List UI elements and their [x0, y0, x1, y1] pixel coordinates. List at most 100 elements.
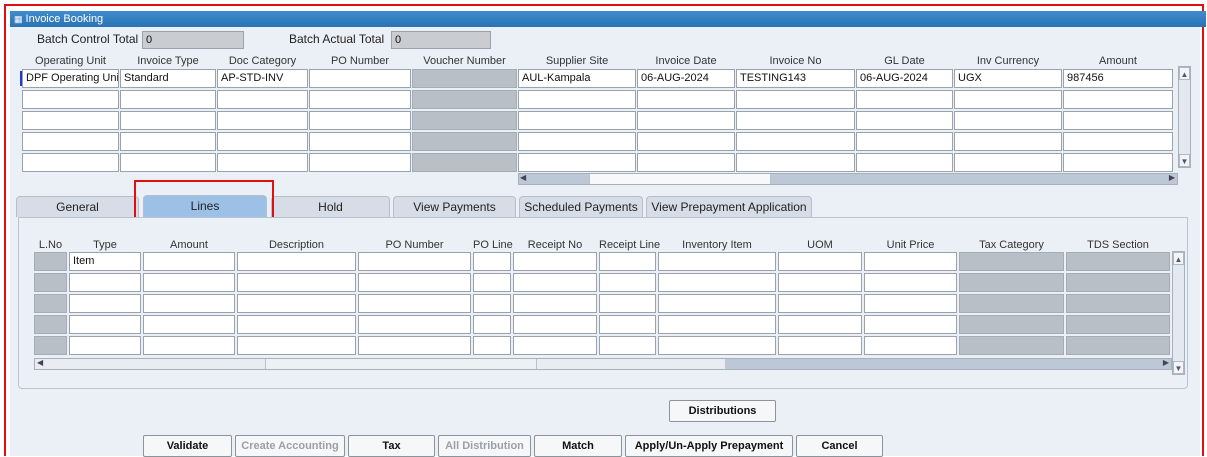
lines-cell-field[interactable]	[599, 252, 656, 271]
cancel-button[interactable]: Cancel	[796, 435, 883, 457]
header-cell-field[interactable]	[954, 111, 1062, 130]
lines-cell-field[interactable]	[778, 336, 862, 355]
lines-cell-field[interactable]	[864, 273, 957, 292]
header-cell-field[interactable]	[309, 132, 411, 151]
header-cell-field[interactable]	[856, 153, 953, 172]
header-cell-field[interactable]: 987456	[1063, 69, 1173, 88]
lines-cell-field[interactable]	[143, 252, 235, 271]
lines-cell-field[interactable]	[658, 273, 776, 292]
lines-cell-field[interactable]	[513, 294, 597, 313]
header-cell-field[interactable]	[412, 132, 517, 151]
lines-cell-field[interactable]	[1066, 273, 1170, 292]
validate-button[interactable]: Validate	[143, 435, 232, 457]
header-cell-field[interactable]	[736, 153, 855, 172]
lines-cell-field[interactable]	[959, 252, 1064, 271]
lines-cell-field[interactable]	[473, 294, 511, 313]
lines-cell-field[interactable]	[473, 315, 511, 334]
lines-cell-field[interactable]	[69, 273, 141, 292]
lines-cell-field[interactable]	[237, 336, 356, 355]
lines-cell-field[interactable]	[358, 315, 471, 334]
header-cell-field[interactable]	[518, 153, 636, 172]
header-cell-field[interactable]: 06-AUG-2024	[856, 69, 953, 88]
create-accounting-button[interactable]: Create Accounting	[235, 435, 345, 457]
lines-cell-field[interactable]	[778, 273, 862, 292]
lines-cell-field[interactable]	[34, 315, 67, 334]
lines-cell-field[interactable]	[34, 252, 67, 271]
lines-cell-field[interactable]	[959, 336, 1064, 355]
lines-cell-field[interactable]	[34, 336, 67, 355]
header-cell-field[interactable]	[856, 90, 953, 109]
header-horizontal-scrollbar[interactable]: ◀ ▶	[518, 173, 1178, 185]
lines-cell-field[interactable]	[658, 336, 776, 355]
lines-cell-field[interactable]	[658, 315, 776, 334]
header-cell-field[interactable]: AUL-Kampala	[518, 69, 636, 88]
scroll-down-icon[interactable]: ▼	[1173, 361, 1184, 374]
lines-cell-field[interactable]	[658, 252, 776, 271]
lines-cell-field[interactable]	[864, 336, 957, 355]
header-cell-field[interactable]	[1063, 132, 1173, 151]
lines-cell-field[interactable]	[778, 252, 862, 271]
lines-cell-field[interactable]	[599, 294, 656, 313]
header-cell-field[interactable]: UGX	[954, 69, 1062, 88]
lines-cell-field[interactable]	[513, 252, 597, 271]
header-cell-field[interactable]	[637, 90, 735, 109]
lines-cell-field[interactable]	[358, 273, 471, 292]
lines-cell-field[interactable]: Item	[69, 252, 141, 271]
header-cell-field[interactable]	[856, 132, 953, 151]
header-cell-field[interactable]	[518, 111, 636, 130]
header-cell-field[interactable]	[637, 132, 735, 151]
header-cell-field[interactable]	[120, 132, 216, 151]
scroll-left-icon[interactable]: ◀	[37, 358, 43, 367]
header-cell-field[interactable]	[954, 132, 1062, 151]
tax-button[interactable]: Tax	[348, 435, 435, 457]
lines-cell-field[interactable]	[513, 315, 597, 334]
header-cell-field[interactable]	[217, 153, 308, 172]
header-cell-field[interactable]	[736, 111, 855, 130]
lines-cell-field[interactable]	[237, 294, 356, 313]
header-vertical-scrollbar[interactable]: ▲ ▼	[1178, 66, 1191, 168]
header-cell-field[interactable]	[120, 90, 216, 109]
header-cell-field[interactable]	[736, 90, 855, 109]
header-cell-field[interactable]	[637, 111, 735, 130]
lines-cell-field[interactable]	[1066, 315, 1170, 334]
header-cell-field[interactable]	[309, 111, 411, 130]
lines-cell-field[interactable]	[599, 336, 656, 355]
scroll-right-icon[interactable]: ▶	[1163, 358, 1169, 367]
distributions-button[interactable]: Distributions	[669, 400, 776, 422]
tab-scheduled-payments[interactable]: Scheduled Payments	[519, 196, 643, 217]
header-cell-field[interactable]	[217, 132, 308, 151]
header-cell-field[interactable]	[412, 153, 517, 172]
lines-cell-field[interactable]	[358, 336, 471, 355]
lines-cell-field[interactable]	[864, 252, 957, 271]
lines-cell-field[interactable]	[69, 294, 141, 313]
lines-cell-field[interactable]	[599, 273, 656, 292]
header-cell-field[interactable]	[1063, 153, 1173, 172]
lines-cell-field[interactable]	[959, 315, 1064, 334]
header-cell-field[interactable]	[22, 111, 119, 130]
lines-cell-field[interactable]	[599, 315, 656, 334]
lines-cell-field[interactable]	[959, 294, 1064, 313]
lines-cell-field[interactable]	[473, 336, 511, 355]
lines-cell-field[interactable]	[778, 294, 862, 313]
header-cell-field[interactable]	[309, 69, 411, 88]
header-cell-field[interactable]	[22, 132, 119, 151]
header-cell-field[interactable]	[736, 132, 855, 151]
header-cell-field[interactable]	[22, 153, 119, 172]
tab-hold[interactable]: Hold	[271, 196, 390, 217]
lines-cell-field[interactable]	[358, 252, 471, 271]
header-cell-field[interactable]	[412, 111, 517, 130]
lines-cell-field[interactable]	[34, 294, 67, 313]
header-cell-field[interactable]: DPF Operating Uni	[22, 69, 119, 88]
scroll-up-icon[interactable]: ▲	[1179, 67, 1190, 80]
header-cell-field[interactable]	[412, 90, 517, 109]
header-cell-field[interactable]	[120, 153, 216, 172]
header-cell-field[interactable]	[1063, 111, 1173, 130]
lines-cell-field[interactable]	[237, 315, 356, 334]
lines-cell-field[interactable]	[143, 336, 235, 355]
header-cell-field[interactable]	[412, 69, 517, 88]
all-distribution-button[interactable]: All Distribution	[438, 435, 531, 457]
header-cell-field[interactable]	[518, 90, 636, 109]
header-cell-field[interactable]	[120, 111, 216, 130]
lines-cell-field[interactable]	[473, 252, 511, 271]
lines-cell-field[interactable]	[778, 315, 862, 334]
